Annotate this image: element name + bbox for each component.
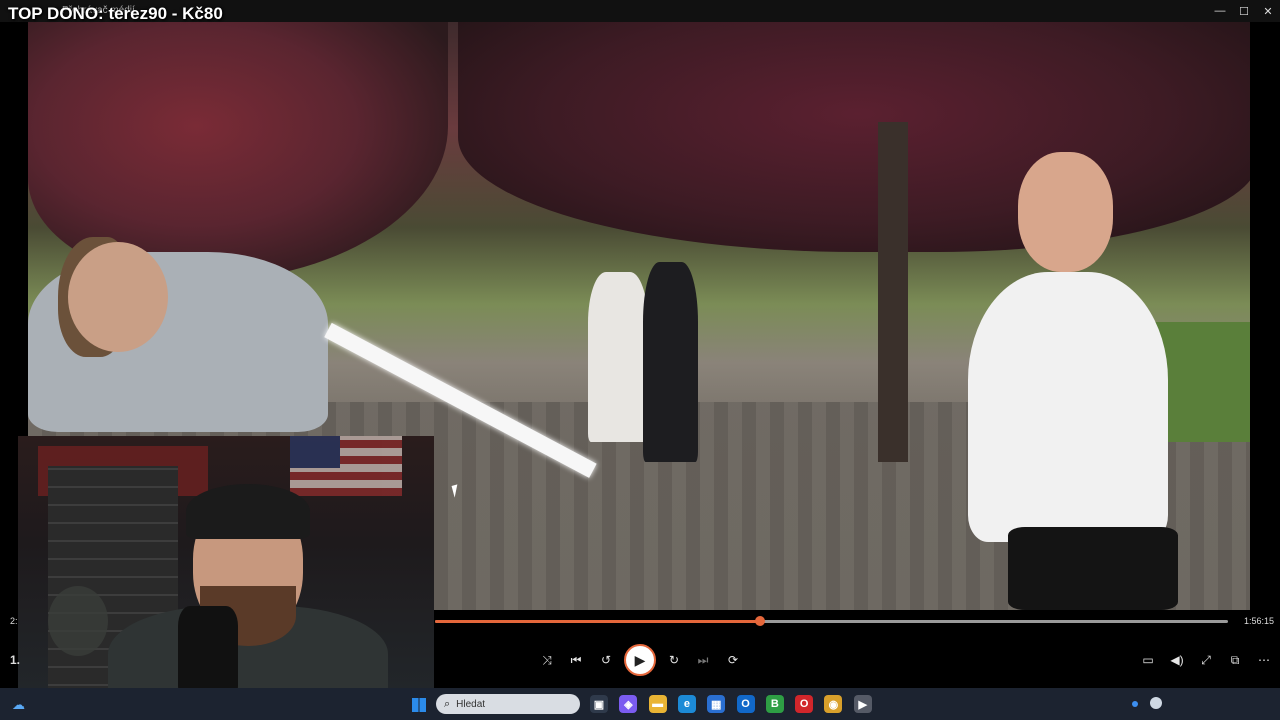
volume-button[interactable]: ◀) bbox=[1165, 648, 1189, 672]
seek-bar[interactable] bbox=[435, 616, 1228, 626]
repeat-button[interactable]: ⟳ bbox=[721, 648, 745, 672]
person-black-shirt bbox=[643, 262, 698, 462]
side-label: 1. bbox=[10, 653, 21, 667]
volume-icon: ◀) bbox=[1170, 653, 1184, 667]
copilot-icon[interactable]: ◈ bbox=[619, 695, 638, 713]
next-icon: ⏭ bbox=[697, 652, 709, 667]
repeat-off-icon: ⟳ bbox=[727, 653, 739, 667]
subtitles-button[interactable]: ▭ bbox=[1136, 648, 1160, 672]
person-right-pants bbox=[1008, 527, 1178, 610]
outlook-icon[interactable]: O bbox=[736, 695, 755, 713]
rewind-10-icon: ↺ bbox=[600, 653, 612, 667]
play-icon: ▶ bbox=[634, 651, 646, 668]
taskbar-search[interactable]: ⌕ Hledat bbox=[436, 694, 580, 714]
total-time: 1:56:15 bbox=[1244, 616, 1275, 626]
person-left-head bbox=[68, 242, 168, 352]
start-button[interactable] bbox=[412, 698, 426, 712]
shuffle-button[interactable]: ⤨ bbox=[535, 648, 559, 672]
play-button[interactable]: ▶ bbox=[624, 644, 656, 676]
opera-icon[interactable]: O bbox=[795, 695, 814, 713]
minimize-icon[interactable]: — bbox=[1208, 0, 1232, 22]
edge-icon[interactable]: e bbox=[677, 695, 696, 713]
taskbar: ☁ ⌕ Hledat ▣ ◈ ▬ e ▦ O B O ◉ ▶ bbox=[0, 688, 1280, 720]
more-options-icon: ⋯ bbox=[1258, 653, 1270, 667]
person-backpack bbox=[588, 272, 648, 442]
file-explorer-icon[interactable]: ▬ bbox=[648, 695, 667, 713]
tray-dot-icon[interactable] bbox=[1132, 701, 1138, 707]
window-controls: — ☐ ✕ bbox=[1208, 0, 1280, 22]
person-right-head bbox=[1018, 152, 1113, 272]
tray-app-icon[interactable] bbox=[1150, 697, 1162, 709]
person-right-white-shirt bbox=[968, 272, 1168, 542]
miniplayer-icon: ⧉ bbox=[1230, 652, 1240, 667]
fullscreen-icon: ⤢ bbox=[1201, 652, 1211, 667]
seek-progress bbox=[435, 620, 761, 623]
search-placeholder: Hledat bbox=[456, 698, 486, 710]
webcam-flag bbox=[290, 436, 402, 496]
shuffle-icon: ⤨ bbox=[542, 652, 552, 667]
subtitles-icon: ▭ bbox=[1142, 653, 1154, 667]
tree-trunk bbox=[878, 122, 908, 462]
fullscreen-button[interactable]: ⤢ bbox=[1194, 648, 1218, 672]
previous-icon: ⏮ bbox=[570, 652, 582, 667]
miniplayer-button[interactable]: ⧉ bbox=[1223, 648, 1247, 672]
top-donation-overlay: TOP DONO: terez90 - Kč80 bbox=[8, 4, 223, 23]
next-button[interactable]: ⏭ bbox=[691, 648, 715, 672]
forward-30-icon: ↻ bbox=[668, 653, 680, 667]
rewind-10-button[interactable]: ↺ bbox=[594, 648, 618, 672]
seek-thumb[interactable] bbox=[755, 616, 766, 626]
webcam-overlay bbox=[18, 436, 434, 702]
close-icon[interactable]: ✕ bbox=[1256, 0, 1280, 22]
webcam-streamer-cap bbox=[186, 484, 310, 539]
media-player-icon[interactable]: ▶ bbox=[853, 695, 872, 713]
webcam-wall-sticker bbox=[48, 586, 108, 656]
search-icon: ⌕ bbox=[444, 697, 451, 710]
maximize-icon[interactable]: ☐ bbox=[1232, 0, 1256, 22]
previous-button[interactable]: ⏮ bbox=[564, 648, 588, 672]
tree-right bbox=[458, 22, 1250, 252]
store-icon[interactable]: ▦ bbox=[707, 695, 726, 713]
widgets-icon[interactable]: ☁ bbox=[12, 697, 25, 713]
b-app-icon[interactable]: B bbox=[765, 695, 784, 713]
more-options-button[interactable]: ⋯ bbox=[1252, 648, 1276, 672]
elapsed-time: 2: bbox=[10, 616, 18, 626]
task-view-icon[interactable]: ▣ bbox=[590, 695, 608, 713]
forward-30-button[interactable]: ↻ bbox=[662, 648, 686, 672]
game-app-icon[interactable]: ◉ bbox=[824, 695, 843, 713]
